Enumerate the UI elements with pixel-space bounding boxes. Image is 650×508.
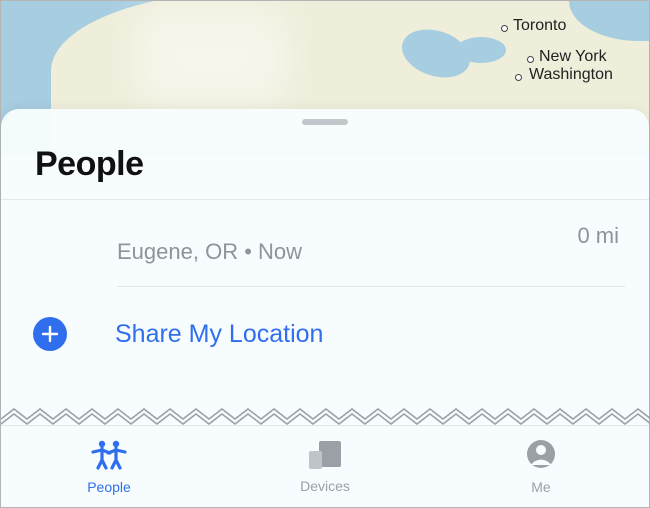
person-circle-icon [525, 438, 557, 475]
torn-edge-decoration [1, 407, 650, 425]
person-distance: 0 mi [577, 223, 619, 249]
map-city-newyork: New York [539, 48, 607, 66]
sheet-title: People [35, 145, 143, 184]
person-row[interactable]: Eugene, OR • Now 0 mi [1, 209, 649, 287]
tab-me[interactable]: Me [433, 426, 649, 507]
tab-people[interactable]: People [1, 426, 217, 507]
map-city-washington: Washington [529, 66, 613, 84]
devices-icon [306, 439, 344, 474]
people-sheet: People Eugene, OR • Now 0 mi Share My Lo… [1, 109, 649, 425]
map-city-toronto: Toronto [513, 17, 566, 35]
share-my-location-label: Share My Location [115, 320, 323, 349]
tab-devices-label: Devices [300, 478, 350, 494]
map-lake [456, 37, 506, 63]
divider [117, 286, 625, 287]
map-city-dot [501, 25, 508, 32]
tab-devices[interactable]: Devices [217, 426, 433, 507]
map-location-halo [136, 7, 286, 107]
share-my-location-button[interactable]: Share My Location [1, 307, 649, 361]
tab-me-label: Me [531, 479, 550, 495]
map-city-dot [515, 74, 522, 81]
people-icon [87, 438, 131, 475]
plus-icon [33, 317, 67, 351]
tab-bar: People Devices Me [1, 425, 649, 507]
app-root: Toronto New York Washington People Eugen… [0, 0, 650, 508]
divider [1, 199, 649, 200]
sheet-grabber[interactable] [302, 119, 348, 125]
map-city-dot [527, 56, 534, 63]
tab-people-label: People [87, 479, 131, 495]
person-location-line: Eugene, OR • Now [117, 239, 302, 265]
